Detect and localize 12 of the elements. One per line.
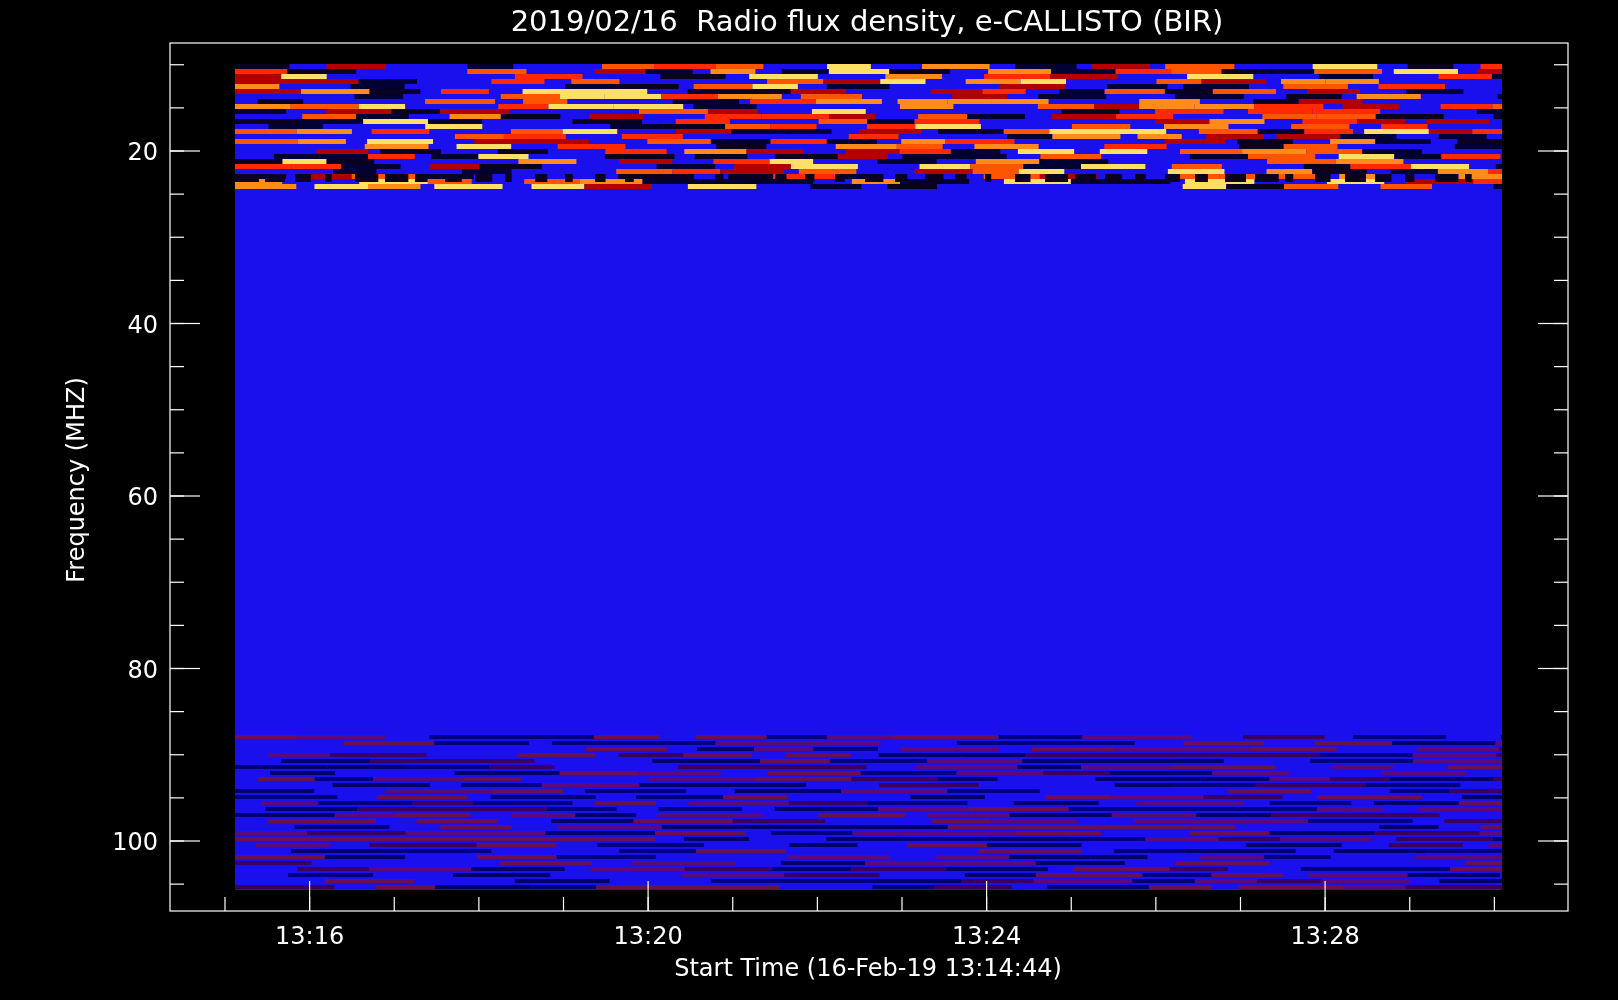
y-tick-label: 40 xyxy=(127,310,158,339)
y-tick-label: 20 xyxy=(127,138,158,166)
x-tick-label: 13:16 xyxy=(275,922,345,950)
y-tick-label: 60 xyxy=(127,483,158,511)
y-tick-label: 80 xyxy=(127,655,158,684)
y-tick-label: 100 xyxy=(112,828,158,856)
x-tick-label: 13:20 xyxy=(613,922,683,950)
x-tick-label: 13:28 xyxy=(1290,922,1360,950)
x-tick-label: 13:24 xyxy=(952,922,1022,950)
x-axis-label: Start Time (16-Feb-19 13:14:44) xyxy=(674,954,1062,982)
chart-title: 2019/02/16 Radio flux density, e-CALLISTO (BIR) xyxy=(510,4,1224,38)
y-axis-label: Frequency (MHZ) xyxy=(62,377,90,583)
